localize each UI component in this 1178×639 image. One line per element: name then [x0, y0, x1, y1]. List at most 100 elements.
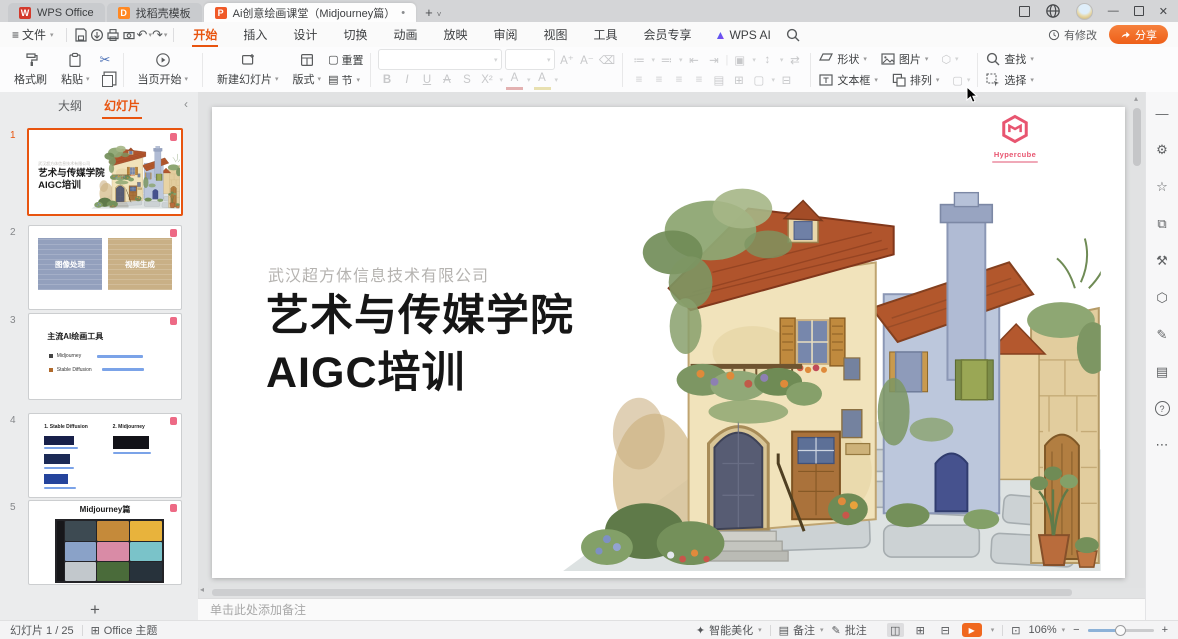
slide-sorter-view-button[interactable]: ⊞ — [912, 623, 929, 637]
outline-tab[interactable]: 大纲 — [58, 97, 82, 114]
pin-window-icon[interactable] — [1019, 6, 1030, 17]
add-slide-button[interactable]: + — [90, 600, 100, 620]
tab-transition[interactable]: 切换 — [330, 22, 380, 47]
layout-button[interactable]: 版式▾ — [286, 50, 329, 90]
horizontal-scrollbar[interactable]: ◂ — [198, 588, 1145, 597]
font-family-select[interactable]: ▾ — [378, 49, 502, 70]
caret-icon[interactable]: ▾ — [991, 626, 995, 634]
tab-list-chevron-icon[interactable]: ˅ — [437, 10, 442, 19]
grow-font-button[interactable]: A⁺ — [558, 51, 575, 68]
app-tab-docer[interactable]: D 找稻壳模板 — [107, 3, 202, 22]
select-button[interactable]: 选择▾ — [985, 72, 1034, 88]
shrink-font-button[interactable]: A⁻ — [578, 51, 595, 68]
fill-color-button[interactable]: ⬡▾ — [941, 51, 958, 67]
align-center-button[interactable]: ≡ — [650, 71, 667, 88]
underline-button[interactable]: U — [418, 71, 435, 88]
slide-thumbnail-3[interactable]: 主流AI绘画工具 Midjourney Stable Diffusion — [28, 313, 182, 400]
normal-view-button[interactable]: ◫ — [887, 623, 904, 637]
skin-icon[interactable]: ⬡ — [1156, 290, 1167, 306]
notebook-icon[interactable]: ▤ — [1156, 364, 1168, 380]
tools-icon[interactable]: ⚒ — [1156, 253, 1168, 269]
tab-animation[interactable]: 动画 — [380, 22, 430, 47]
vertical-scroll-thumb[interactable] — [1133, 108, 1141, 166]
slide-thumbnail-2[interactable]: 图像处理 视频生成 — [28, 225, 182, 310]
slide-thumbnail-1[interactable]: 武汉超方体信息技术有限公司 艺术与传媒学院 AIGC培训 — [27, 128, 183, 216]
help-icon[interactable]: ? — [1155, 401, 1170, 416]
picture-button[interactable]: 图片▾ — [880, 51, 929, 67]
play-from-current-button[interactable]: 当页开始▾ — [131, 50, 196, 90]
properties-icon[interactable]: ⚙ — [1156, 142, 1168, 158]
shadow-button[interactable]: S — [458, 71, 475, 88]
redo-icon[interactable]: ↷ — [152, 27, 163, 43]
shapes-button[interactable]: 形状▾ — [818, 51, 867, 67]
numbering-button[interactable]: ≕ — [658, 51, 675, 68]
line-spacing-button[interactable]: ↕ — [759, 51, 776, 68]
bold-button[interactable]: B — [378, 71, 395, 88]
company-name-text[interactable]: 武汉超方体信息技术有限公司 — [268, 262, 489, 286]
slide-thumbnail-4[interactable]: 1. Stable Diffusion 2. Midjourney — [28, 413, 182, 498]
align-right-button[interactable]: ≡ — [670, 71, 687, 88]
tab-tools[interactable]: 工具 — [581, 22, 631, 47]
zoom-level[interactable]: 106% ▾ — [1028, 624, 1065, 636]
format-painter-button[interactable]: 格式刷 — [7, 50, 54, 90]
zoom-out-button[interactable]: − — [1073, 624, 1079, 636]
tab-home[interactable]: 开始 — [180, 22, 230, 47]
print-preview-icon[interactable] — [121, 27, 137, 43]
vertical-scrollbar[interactable]: ▴ — [1133, 96, 1142, 584]
app-tab-wps-office[interactable]: W WPS Office — [8, 3, 105, 22]
slide-title-line1[interactable]: 艺术与传媒学院 — [266, 288, 574, 345]
maximize-button[interactable] — [1134, 6, 1144, 16]
notes-button[interactable]: ▤ 备注 ▾ — [779, 622, 824, 638]
save-icon[interactable] — [73, 27, 89, 43]
print-icon[interactable] — [105, 27, 121, 43]
globe-icon[interactable] — [1045, 3, 1061, 19]
slide-thumbnail-5[interactable]: Midjourney篇 — [28, 500, 182, 585]
share-button[interactable]: 分享 — [1109, 25, 1168, 44]
slide-title-line2[interactable]: AIGC培训 — [266, 345, 574, 402]
fit-to-window-button[interactable]: ⊡ — [1011, 624, 1020, 637]
smart-beautify-button[interactable]: ✦ 智能美化 ▾ — [696, 622, 762, 638]
increase-indent-button[interactable]: ⇥ — [706, 51, 723, 68]
wps-ai-menu[interactable]: ▲ WPS AI — [709, 28, 777, 42]
undo-icon[interactable]: ↶ — [137, 27, 148, 43]
horizontal-scroll-thumb[interactable] — [212, 589, 1072, 596]
tab-design[interactable]: 设计 — [280, 22, 330, 47]
scroll-left-icon[interactable]: ◂ — [200, 585, 204, 594]
highlight-color-button[interactable]: A — [534, 70, 551, 90]
align-left-button[interactable]: ≡ — [630, 71, 647, 88]
tab-slideshow[interactable]: 放映 — [430, 22, 480, 47]
text-fit-button[interactable]: ⊟ — [778, 71, 795, 88]
tab-review[interactable]: 审阅 — [480, 22, 530, 47]
copy-button[interactable] — [100, 72, 113, 88]
scroll-up-icon[interactable]: ▴ — [1134, 94, 1138, 103]
hide-sidebar-icon[interactable]: — — [1156, 106, 1169, 121]
convert-smartart-button[interactable]: ⇄ — [786, 51, 803, 68]
zoom-slider-knob[interactable] — [1115, 625, 1126, 636]
tab-member[interactable]: 会员专享 — [631, 22, 705, 47]
paste-button[interactable]: 粘贴▾ — [54, 50, 97, 90]
theme-indicator[interactable]: ⊞ Office 主题 — [91, 622, 158, 638]
new-slide-button[interactable]: 新建幻灯片▾ — [210, 50, 286, 90]
signature-pen-icon[interactable]: ✎ — [1157, 327, 1168, 343]
columns-button[interactable]: ⊞ — [730, 71, 747, 88]
strikethrough-button[interactable]: A — [438, 71, 455, 88]
textbox-button[interactable]: 文本框▾ — [818, 72, 878, 88]
zoom-slider[interactable] — [1088, 629, 1154, 632]
tab-insert[interactable]: 插入 — [230, 22, 280, 47]
search-icon[interactable] — [785, 27, 801, 43]
cut-button[interactable]: ✂ — [100, 52, 113, 68]
section-button[interactable]: ▤节▾ — [328, 72, 363, 88]
font-color-button[interactable]: A — [506, 70, 523, 90]
minimize-button[interactable]: — — [1108, 5, 1119, 17]
comments-button[interactable]: ✎ 批注 — [832, 622, 867, 638]
app-tab-document[interactable]: P Ai创意绘画课堂（Midjourney篇） • — [204, 3, 416, 22]
tab-view[interactable]: 视图 — [531, 22, 581, 47]
superscript-button[interactable]: X² — [478, 71, 495, 88]
notes-bar[interactable]: 单击此处添加备注 — [198, 598, 1145, 620]
paragraph-settings-button[interactable]: ▢ — [750, 71, 767, 88]
italic-button[interactable]: I — [398, 71, 415, 88]
justify-button[interactable]: ≡ — [690, 71, 707, 88]
file-menu[interactable]: ≡ 文件 ▾ — [6, 26, 60, 43]
close-button[interactable]: ✕ — [1159, 5, 1168, 18]
slideshow-play-button[interactable]: ▶ — [962, 623, 982, 637]
